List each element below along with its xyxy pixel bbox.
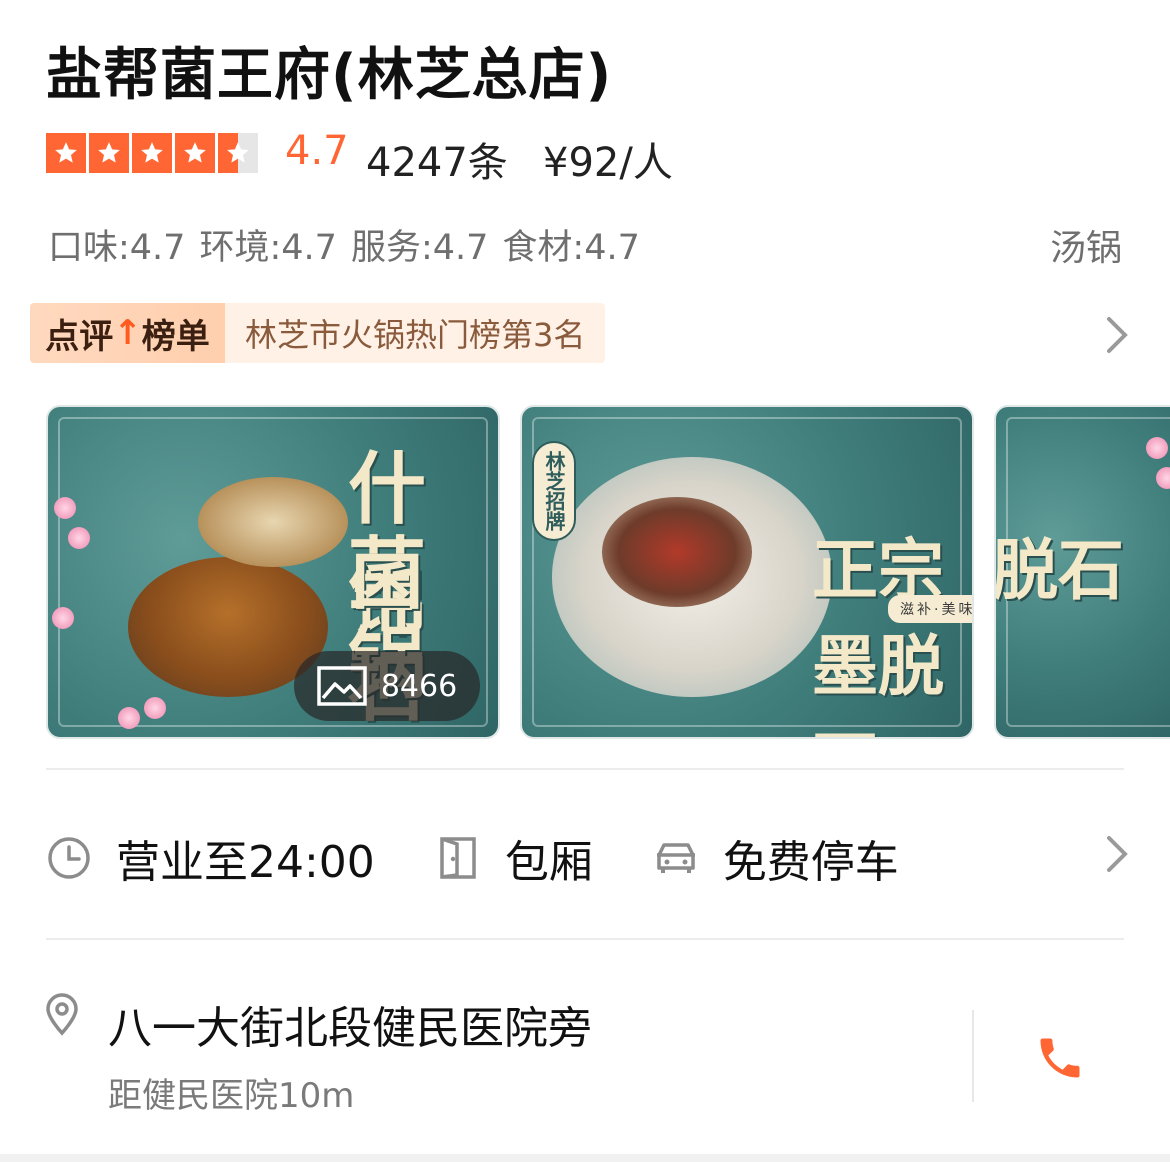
photo-count: 8466 bbox=[380, 668, 458, 704]
review-count[interactable]: 4247条 bbox=[366, 130, 508, 188]
calligraphy-text: 正宗墨脱石 bbox=[812, 531, 944, 737]
calligraphy-text: 脱石 bbox=[994, 531, 1124, 609]
ingredient-score: 食材:4.7 bbox=[502, 228, 640, 268]
price-per-person: ¥92/人 bbox=[543, 140, 673, 186]
features-row[interactable]: 营业至24:00 包厢 免费停车 bbox=[46, 826, 959, 890]
soup-ingredients bbox=[602, 497, 752, 607]
blossom bbox=[52, 607, 74, 629]
rating-score: 4.7 bbox=[285, 128, 349, 174]
phone-icon[interactable] bbox=[1034, 1030, 1086, 1086]
rank-tag: 点评 ↑ 榜单 bbox=[30, 303, 225, 363]
car-icon bbox=[656, 843, 695, 873]
blossom bbox=[54, 497, 76, 519]
slogan-ribbon: 滋补·美味·药膳·养生 bbox=[888, 595, 972, 623]
blossom bbox=[144, 697, 166, 719]
location-pin-icon bbox=[46, 993, 78, 1036]
sub-scores: 口味:4.7 环境:4.7 服务:4.7 食材:4.7 bbox=[48, 219, 640, 270]
blossom bbox=[1146, 437, 1168, 459]
rank-text: 林芝市火锅热门榜第3名 bbox=[225, 303, 606, 363]
business-hours: 营业至24:00 bbox=[46, 826, 375, 890]
blossom bbox=[118, 707, 140, 729]
parking-text: 免费停车 bbox=[722, 837, 899, 888]
arrow-up-icon: ↑ bbox=[113, 313, 142, 353]
blossom bbox=[68, 527, 90, 549]
chevron-right-icon[interactable] bbox=[1104, 834, 1130, 874]
address-text[interactable]: 八一大街北段健民医院旁 bbox=[108, 992, 592, 1056]
star-icon bbox=[175, 133, 215, 173]
photo-thumbnail[interactable]: 脱石 bbox=[994, 405, 1170, 739]
photo-thumbnail[interactable]: 林芝招牌 正宗墨脱石 滋补·美味·药膳·养生 bbox=[520, 405, 974, 739]
section-gap bbox=[0, 1154, 1170, 1162]
divider bbox=[46, 768, 1124, 770]
service-score: 服务:4.7 bbox=[350, 228, 489, 268]
room-text: 包厢 bbox=[504, 837, 593, 888]
star-icon bbox=[46, 133, 86, 173]
photo-count-badge[interactable]: 8466 bbox=[294, 651, 480, 721]
distance-text: 距健民医院10m bbox=[108, 1076, 355, 1116]
star-icon bbox=[89, 133, 129, 173]
category-label[interactable]: 汤锅 bbox=[1050, 219, 1122, 271]
clock-icon bbox=[48, 837, 90, 879]
private-room: 包厢 bbox=[435, 826, 593, 890]
half-star-icon bbox=[218, 133, 258, 173]
rank-tag-text-2: 榜单 bbox=[141, 316, 210, 357]
taste-score: 口味:4.7 bbox=[48, 228, 186, 268]
image-icon bbox=[317, 666, 367, 706]
divider bbox=[46, 938, 1124, 940]
star-rating bbox=[46, 133, 258, 173]
rank-banner[interactable]: 点评 ↑ 榜单 林芝市火锅热门榜第3名 bbox=[30, 303, 606, 363]
badge-text: 林芝招牌 bbox=[542, 451, 566, 531]
mushrooms bbox=[198, 477, 348, 567]
signature-badge: 林芝招牌 bbox=[532, 441, 576, 541]
environment-score: 环境:4.7 bbox=[199, 228, 337, 268]
rank-tag-text: 点评 bbox=[45, 316, 114, 357]
chevron-right-icon[interactable] bbox=[1104, 315, 1130, 355]
hours-text: 营业至24:00 bbox=[116, 837, 375, 888]
vertical-divider bbox=[972, 1010, 974, 1102]
shop-title: 盐帮菌王府(林芝总店) bbox=[46, 43, 613, 108]
free-parking: 免费停车 bbox=[653, 826, 899, 890]
door-icon bbox=[440, 837, 476, 879]
star-icon bbox=[132, 133, 172, 173]
